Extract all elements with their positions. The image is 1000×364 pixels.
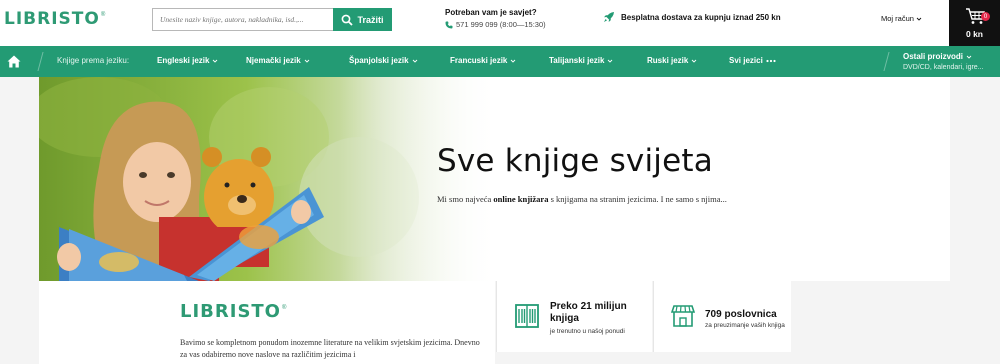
nav-other-products[interactable]: Ostali proizvodi DVD/CD, kalendari, igre…	[903, 52, 998, 71]
hero-text-bold: online knjižara	[493, 194, 549, 204]
chevron-down-icon	[213, 59, 218, 63]
chevron-down-icon	[511, 59, 516, 63]
more-dots-icon	[766, 59, 776, 62]
info-section: LIBRISTO ® Bavimo se kompletnom ponudom …	[0, 281, 1000, 364]
chevron-down-icon	[412, 59, 417, 63]
chevron-down-icon	[916, 17, 922, 21]
chevron-down-icon	[304, 59, 310, 63]
nav-item-german[interactable]: Njemački jezik	[246, 56, 310, 65]
nav-item-label: Francuski jezik	[450, 56, 508, 65]
logo-text: LIBRISTO	[180, 301, 281, 322]
free-shipping-note: Besplatna dostava za kupnju iznad 250 kn	[603, 11, 781, 23]
help-contact: Potreban vam je savjet? 571 999 099 (8:0…	[445, 8, 546, 29]
hero-text: Mi smo najveća online knjižara s knjigam…	[437, 194, 727, 204]
search-bar: Tražiti	[152, 8, 392, 31]
nav-item-label: Španjolski jezik	[349, 56, 409, 65]
other-products-title: Ostali proizvodi	[903, 52, 964, 61]
chevron-down-icon	[608, 59, 613, 63]
stat-branches: 709 poslovnica za preuzimanje vaših knji…	[653, 281, 791, 352]
site-logo[interactable]: LIBRISTO ®	[4, 8, 105, 30]
search-button[interactable]: Tražiti	[333, 8, 392, 31]
stat-books: Preko 21 milijun knjiga je trenutno u na…	[496, 281, 652, 352]
stat-books-subtitle: je trenutno u našoj ponudi	[550, 328, 625, 335]
hero-photo-girl-reading	[39, 77, 499, 281]
hero-banner[interactable]: Sve knjige svijeta Mi smo najveća online…	[39, 77, 950, 281]
nav-item-russian[interactable]: Ruski jezik	[647, 56, 697, 65]
nav-item-french[interactable]: Francuski jezik	[450, 56, 516, 65]
about-panel: LIBRISTO ® Bavimo se kompletnom ponudom …	[39, 281, 495, 364]
chevron-down-icon	[966, 55, 972, 59]
account-label: Moj račun	[881, 14, 914, 23]
cart-button[interactable]: 0 0 kn	[949, 0, 1000, 46]
logo-text: LIBRISTO	[4, 9, 100, 29]
bookshelf-icon	[515, 304, 539, 328]
nav-item-all-languages[interactable]: Svi jezici	[729, 56, 776, 65]
language-nav: Knjige prema jeziku: Engleski jezik Njem…	[0, 46, 1000, 77]
about-text: Bavimo se kompletnom ponudom inozemne li…	[180, 338, 480, 359]
hero-title: Sve knjige svijeta	[437, 143, 713, 179]
logo-registered-mark: ®	[100, 12, 106, 18]
cart-total: 0 kn	[965, 29, 983, 39]
other-products-subtitle: DVD/CD, kalendari, igre...	[903, 64, 984, 71]
nav-item-english[interactable]: Engleski jezik	[157, 56, 218, 65]
nav-item-italian[interactable]: Talijanski jezik	[549, 56, 613, 65]
free-shipping-text: Besplatna dostava za kupnju iznad 250 kn	[621, 12, 781, 22]
search-icon	[342, 14, 354, 26]
help-title: Potreban vam je savjet?	[445, 8, 537, 17]
chevron-down-icon	[692, 59, 697, 63]
search-button-label: Tražiti	[357, 14, 384, 25]
nav-item-label: Talijanski jezik	[549, 56, 605, 65]
help-phone[interactable]: 571 999 099 (8:00—15:30)	[445, 20, 546, 29]
top-header: LIBRISTO ® Tražiti Potreban vam je savje…	[0, 0, 1000, 46]
hero-text-part: s knjigama na stranim jezicima. I ne sam…	[548, 194, 727, 204]
hero-text-part: Mi smo najveća	[437, 194, 494, 204]
nav-item-label: Engleski jezik	[157, 56, 210, 65]
nav-item-spanish[interactable]: Španjolski jezik	[349, 56, 418, 65]
nav-item-label: Ruski jezik	[647, 56, 689, 65]
nav-divider	[883, 52, 890, 71]
nav-item-label: Njemački jezik	[246, 56, 301, 65]
cart-count-badge: 0	[981, 12, 990, 21]
about-logo: LIBRISTO ®	[180, 301, 286, 322]
logo-registered-mark: ®	[282, 304, 287, 311]
home-icon	[7, 55, 20, 68]
account-menu[interactable]: Moj račun	[881, 14, 922, 23]
store-icon	[671, 305, 695, 327]
rocket-icon	[604, 12, 614, 22]
help-phone-number: 571 999 099 (8:00—15:30)	[456, 20, 546, 29]
nav-item-label: Svi jezici	[729, 56, 763, 65]
phone-icon	[445, 21, 453, 28]
stat-branches-subtitle: za preuzimanje vaših knjiga	[705, 322, 785, 329]
search-input[interactable]	[152, 8, 333, 31]
stat-branches-title: 709 poslovnica	[705, 309, 777, 320]
nav-divider	[37, 52, 44, 71]
home-button[interactable]	[0, 46, 27, 77]
stat-books-title: Preko 21 milijun knjiga	[550, 301, 627, 324]
nav-label: Knjige prema jeziku:	[57, 56, 130, 65]
